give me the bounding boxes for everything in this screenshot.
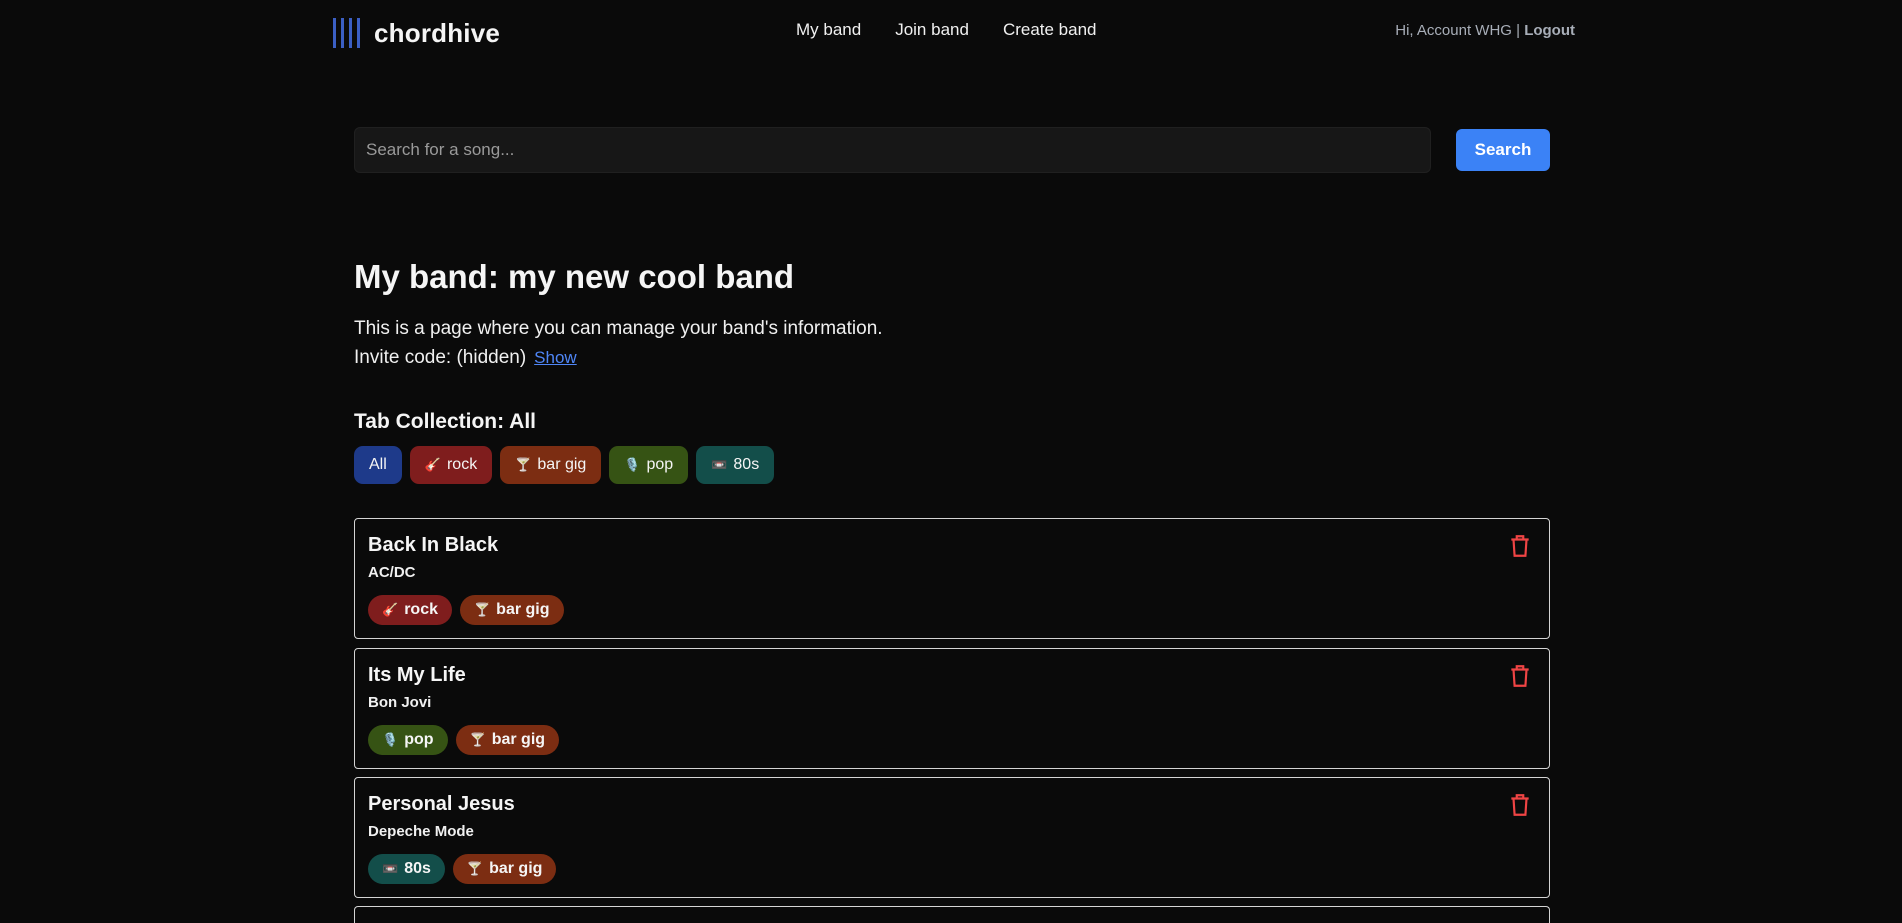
filter-label: 80s (733, 456, 760, 473)
trash-icon[interactable] (1507, 532, 1533, 560)
logout-link[interactable]: Logout (1524, 22, 1575, 39)
song-artist: Depeche Mode (368, 823, 474, 840)
song-tags: 📼 80s 🍸 bar gig (368, 854, 557, 884)
cocktail-icon: 🍸 (466, 861, 484, 876)
brand-name: chordhive (374, 17, 501, 48)
nav-my-band[interactable]: My band (796, 20, 861, 40)
filter-label: rock (446, 456, 478, 473)
account-info: Hi, Account WHG | Logout (1395, 22, 1575, 39)
song-title[interactable]: Back In Black (368, 534, 498, 557)
nav-join-band[interactable]: Join band (895, 20, 969, 40)
cassette-icon: 📼 (382, 861, 399, 876)
account-greeting: Hi, Account WHG | (1395, 22, 1521, 39)
logo-bars-icon (333, 18, 360, 48)
top-header: chordhive My band Join band Create band … (0, 0, 1902, 64)
filter-pop[interactable]: 🎙️ pop (609, 446, 689, 484)
cassette-icon: 📼 (711, 457, 728, 472)
show-invite-code-link[interactable]: Show (534, 348, 577, 368)
tag-label: bar gig (491, 731, 546, 748)
song-card-partial[interactable] (354, 906, 1550, 923)
tag-80s: 📼 80s (368, 854, 445, 884)
tag-bar-gig: 🍸 bar gig (459, 595, 564, 625)
invite-code-label: Invite code: (hidden) (354, 347, 527, 368)
guitar-icon: 🎸 (382, 602, 399, 617)
band-description: This is a page where you can manage your… (354, 318, 883, 339)
song-card[interactable]: Its My Life Bon Jovi 🎙️ pop 🍸 bar gig (354, 648, 1550, 769)
trash-icon[interactable] (1507, 662, 1533, 690)
song-card[interactable]: Personal Jesus Depeche Mode 📼 80s 🍸 bar … (354, 777, 1550, 898)
song-artist: AC/DC (368, 564, 416, 581)
invite-code-row: Invite code: (hidden) Show (354, 347, 577, 369)
search-button[interactable]: Search (1456, 129, 1550, 171)
cocktail-icon: 🍸 (469, 732, 486, 747)
main-nav: My band Join band Create band (796, 20, 1097, 40)
song-title[interactable]: Personal Jesus (368, 793, 515, 816)
song-artist: Bon Jovi (368, 694, 432, 711)
tag-rock: 🎸 rock (368, 595, 452, 625)
tag-label: rock (404, 601, 438, 618)
tag-label: bar gig (496, 601, 550, 618)
tag-label: bar gig (489, 860, 543, 877)
filter-80s[interactable]: 📼 80s (696, 446, 775, 484)
song-search-input[interactable] (354, 127, 1431, 173)
song-tags: 🎸 rock 🍸 bar gig (368, 595, 564, 625)
trash-icon[interactable] (1507, 791, 1533, 819)
filter-label: pop (646, 456, 674, 473)
filter-all[interactable]: All (354, 446, 402, 484)
song-title[interactable]: Its My Life (368, 664, 466, 687)
collection-filters: All 🎸 rock 🍸 bar gig 🎙️ pop 📼 80s (354, 446, 775, 484)
tag-bar-gig: 🍸 bar gig (455, 725, 560, 755)
collection-title: Tab Collection: All (354, 410, 536, 433)
brand-logo[interactable]: chordhive (333, 16, 500, 50)
microphone-icon: 🎙️ (624, 457, 641, 472)
filter-label: bar gig (537, 456, 587, 473)
tag-pop: 🎙️ pop (368, 725, 448, 755)
filter-rock[interactable]: 🎸 rock (409, 446, 493, 484)
filter-label: All (369, 456, 387, 473)
song-tags: 🎙️ pop 🍸 bar gig (368, 725, 560, 755)
tag-label: 80s (404, 860, 431, 877)
tag-bar-gig: 🍸 bar gig (452, 854, 557, 884)
microphone-icon: 🎙️ (382, 732, 399, 747)
filter-bar-gig[interactable]: 🍸 bar gig (500, 446, 602, 484)
tag-label: pop (404, 731, 434, 748)
song-card[interactable]: Back In Black AC/DC 🎸 rock 🍸 bar gig (354, 518, 1550, 639)
page-title: My band: my new cool band (354, 258, 795, 295)
cocktail-icon: 🍸 (473, 602, 491, 617)
cocktail-icon: 🍸 (515, 457, 532, 472)
nav-create-band[interactable]: Create band (1003, 20, 1097, 40)
guitar-icon: 🎸 (424, 457, 441, 472)
